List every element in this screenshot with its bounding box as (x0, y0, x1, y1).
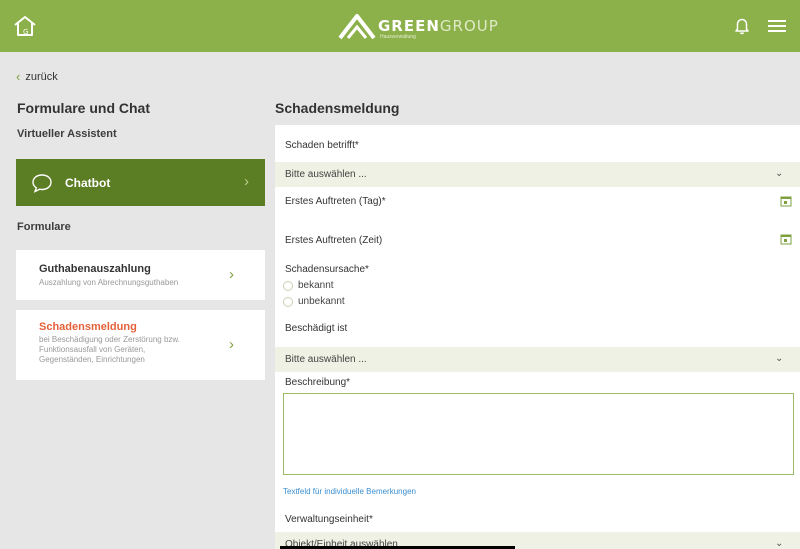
chevron-down-icon: ⌄ (775, 168, 784, 179)
form-card-description: bei Beschädigung oder Zerstörung bzw. Fu… (39, 335, 180, 364)
cause-option-known[interactable]: bekannt (283, 280, 334, 291)
forms-heading: Formulare (17, 221, 71, 233)
calendar-icon[interactable] (780, 195, 792, 207)
first-occurrence-time-label: Erstes Auftreten (Zeit) (285, 235, 383, 246)
chevron-down-icon: ⌄ (775, 538, 784, 549)
cause-option-unknown[interactable]: unbekannt (283, 296, 345, 307)
logo-tagline: Hausverwaltung (380, 34, 416, 40)
chevron-down-icon: ⌄ (775, 353, 784, 364)
chatbot-button[interactable]: Chatbot › (16, 159, 265, 206)
hamburger-menu-icon[interactable] (766, 18, 788, 34)
damaged-select[interactable]: Bitte auswählen ... ⌄ (275, 347, 800, 372)
form-card-description: Auszahlung von Abrechnungsguthaben (39, 278, 179, 287)
svg-text:G: G (23, 28, 28, 36)
damaged-value: Bitte auswählen ... (285, 354, 367, 365)
damage-report-form: Schaden betrifft* Bitte auswählen ... ⌄ … (275, 125, 800, 549)
assistant-heading: Virtueller Assistent (17, 128, 117, 140)
form-card-guthabenauszahlung[interactable]: Guthabenauszahlung Auszahlung von Abrech… (16, 250, 265, 300)
logo-wordmark: GREENGROUP (378, 17, 499, 35)
damage-concerns-label: Schaden betrifft* (285, 140, 359, 151)
sidebar-title: Formulare und Chat (17, 100, 151, 116)
chevron-right-icon: › (229, 266, 234, 283)
administrative-unit-label: Verwaltungseinheit* (285, 514, 373, 525)
logo-house-icon (338, 14, 376, 40)
description-label: Beschreibung* (285, 377, 351, 388)
damage-concerns-value: Bitte auswählen ... (285, 169, 367, 180)
cause-option-label: unbekannt (298, 296, 345, 307)
cause-label: Schadensursache* (285, 264, 369, 275)
chevron-right-icon: › (229, 336, 234, 353)
home-icon[interactable]: G (12, 14, 38, 38)
cause-option-label: bekannt (298, 280, 334, 291)
calendar-icon[interactable] (780, 233, 792, 245)
damaged-label: Beschädigt ist (285, 323, 348, 334)
bell-icon[interactable] (732, 16, 752, 36)
form-title: Schadensmeldung (275, 100, 400, 116)
chatbot-label: Chatbot (65, 175, 111, 190)
back-link[interactable]: ‹ zurück (16, 69, 58, 84)
chat-bubble-icon (32, 173, 52, 193)
chevron-right-icon: › (244, 173, 249, 190)
description-hint: Textfeld für individuelle Bemerkungen (283, 487, 416, 496)
form-card-schadensmeldung[interactable]: Schadensmeldung bei Beschädigung oder Ze… (16, 310, 265, 380)
radio-circle (283, 296, 293, 307)
form-card-title: Guthabenauszahlung (39, 263, 151, 275)
top-navigation-bar: G GREENGROUP Hausverwaltung (0, 0, 800, 52)
damage-concerns-select[interactable]: Bitte auswählen ... ⌄ (275, 162, 800, 187)
form-card-title: Schadensmeldung (39, 321, 137, 333)
back-label: zurück (25, 70, 58, 83)
chevron-left-icon: ‹ (16, 69, 21, 84)
description-textarea[interactable] (283, 393, 794, 475)
greengroup-logo[interactable]: GREENGROUP Hausverwaltung (338, 9, 499, 45)
first-occurrence-day-label: Erstes Auftreten (Tag)* (285, 196, 386, 207)
radio-circle (283, 280, 293, 291)
